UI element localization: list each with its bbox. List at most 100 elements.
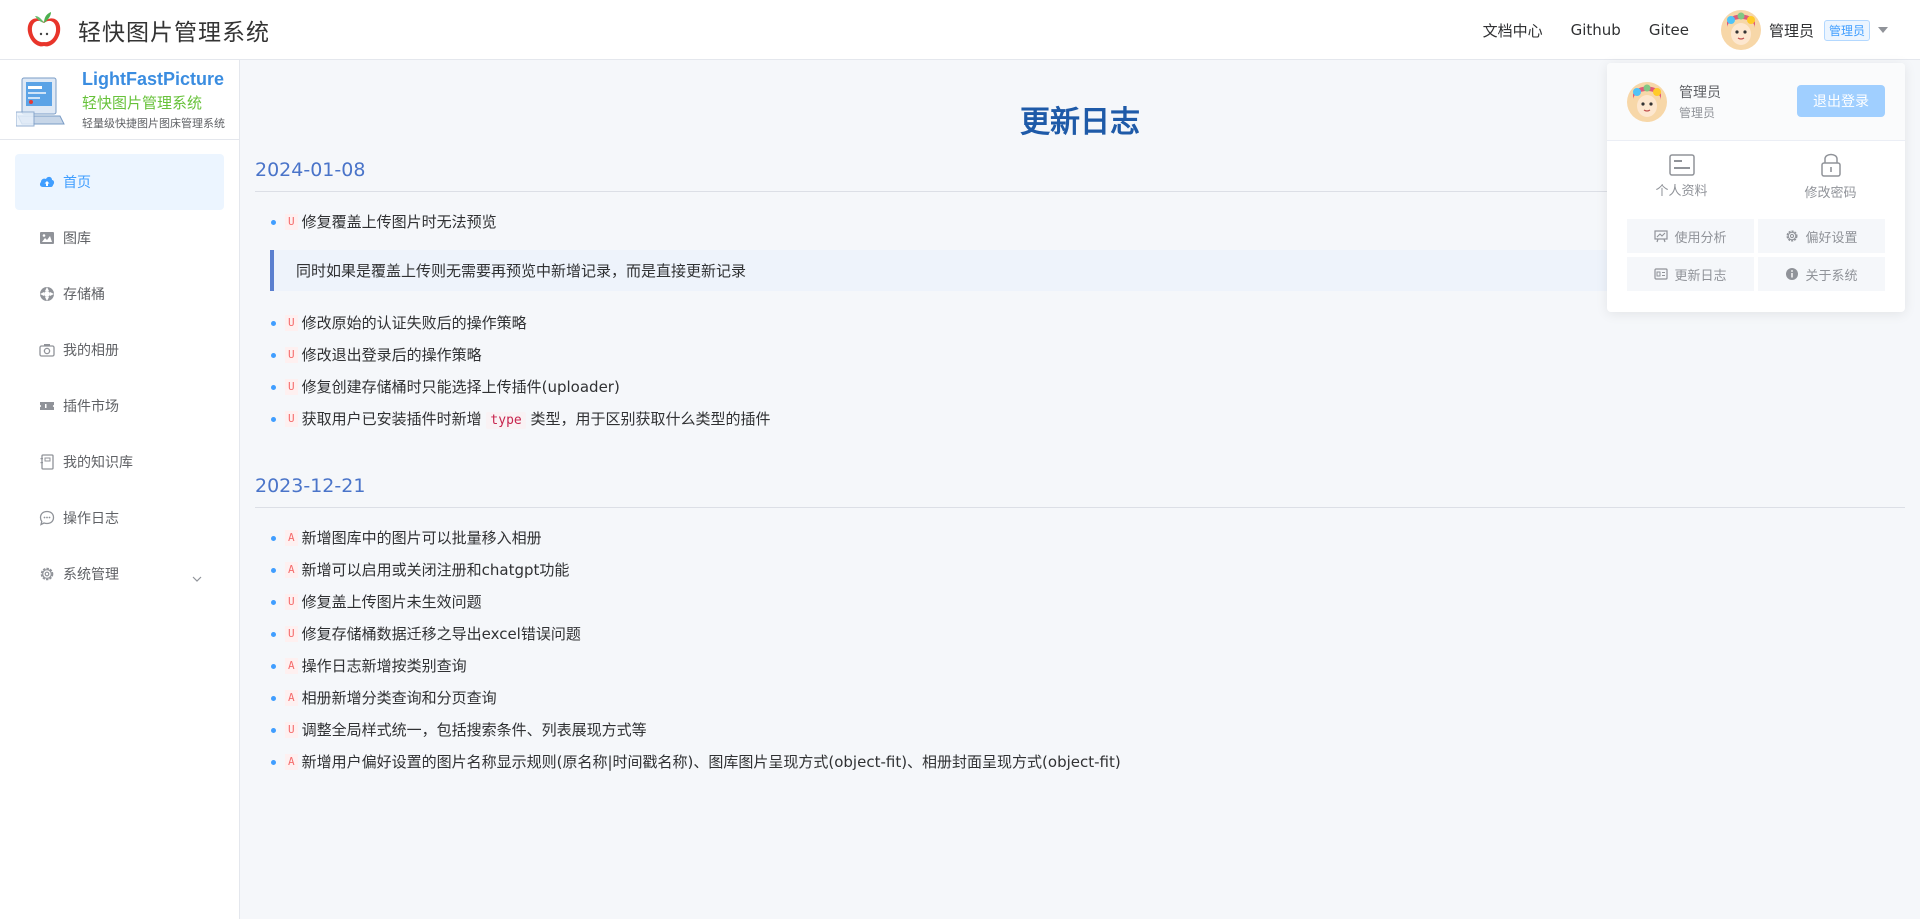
- avatar-face-icon: [1720, 10, 1761, 50]
- gear-icon: [39, 566, 55, 582]
- list-item: A 新增用户偏好设置的图片名称显示规则(原名称|时间戳名称)、图库图片呈现方式(o…: [271, 746, 1905, 778]
- sidebar-item-albums[interactable]: 我的相册: [15, 322, 224, 378]
- nav-github-link[interactable]: Github: [1571, 21, 1621, 39]
- list-item: U 修复创建存储桶时只能选择上传插件(uploader): [271, 371, 1905, 403]
- profile-link[interactable]: 个人资料: [1607, 153, 1756, 199]
- bucket-icon: [39, 286, 55, 302]
- lock-icon: [1820, 153, 1841, 177]
- sidebar-item-home[interactable]: 首页: [15, 154, 224, 210]
- avatar: [1720, 10, 1761, 50]
- changelog-list: U 修改原始的认证失败后的操作策略 U 修改退出登录后的操作策略 U 修复创建存储桶时…: [255, 307, 1905, 435]
- list-item-text: 相册新增分类查询和分页查询: [301, 689, 497, 707]
- sidebar-item-label: 系统管理: [63, 567, 119, 583]
- list-item: A 相册新增分类查询和分页查询: [271, 682, 1905, 714]
- list-item-text: 新增可以启用或关闭注册和chatgpt功能: [301, 561, 570, 579]
- chat-icon: [39, 510, 55, 526]
- list-item-text: 操作日志新增按类别查询: [301, 657, 467, 675]
- info-icon: [1786, 268, 1799, 280]
- avatar-face-icon: [1627, 81, 1667, 122]
- change-type-badge: U: [285, 347, 298, 363]
- sidebar-item-label: 操作日志: [63, 511, 119, 527]
- list-item-text: 修复创建存储桶时只能选择上传插件(uploader): [301, 378, 620, 396]
- sidebar-brand: LightFastPicture 轻快图片管理系统 轻量级快捷图片图床管理系统: [0, 60, 239, 140]
- change-type-badge: U: [285, 594, 298, 610]
- dropdown-user-name: 管理员: [1679, 85, 1721, 101]
- avatar: [1627, 81, 1667, 122]
- dropdown-header: 管理员 管理员 退出登录: [1607, 63, 1905, 141]
- bullet-dot: [271, 417, 276, 422]
- change-password-link[interactable]: 修改密码: [1756, 152, 1905, 201]
- sidebar-menu: 首页 图库 存储桶 我的相册 插件市场 我的知识库 操作日志 系统管理: [0, 140, 239, 602]
- nav-gitee-link[interactable]: Gitee: [1649, 21, 1689, 39]
- brand-description: 轻量级快捷图片图床管理系统: [82, 116, 225, 130]
- user-name: 管理员: [1768, 21, 1814, 40]
- change-type-badge: A: [285, 530, 298, 546]
- logout-button[interactable]: 退出登录: [1797, 85, 1885, 117]
- sidebar-item-knowledge[interactable]: 我的知识库: [15, 434, 224, 490]
- list-item-text: 新增图库中的图片可以批量移入相册: [301, 529, 542, 547]
- change-type-badge: U: [285, 214, 298, 230]
- list-item-text: 修复存储桶数据迁移之导出excel错误问题: [301, 625, 581, 643]
- bullet-dot: [271, 536, 276, 541]
- notebook-icon: [39, 454, 55, 470]
- list-item: A 操作日志新增按类别查询: [271, 650, 1905, 682]
- preferences-button[interactable]: 偏好设置: [1758, 219, 1885, 253]
- sidebar-item-plugins[interactable]: 插件市场: [15, 378, 224, 434]
- bullet-dot: [271, 664, 276, 669]
- sidebar-item-label: 插件市场: [63, 399, 119, 415]
- camera-icon: [39, 342, 55, 358]
- header-brand[interactable]: 轻快图片管理系统: [0, 10, 270, 50]
- caret-down-icon: [1878, 27, 1888, 33]
- change-type-badge: A: [285, 690, 298, 706]
- sidebar-item-logs[interactable]: 操作日志: [15, 490, 224, 546]
- changelog-button[interactable]: 更新日志: [1627, 257, 1754, 291]
- list-item: U 修复存储桶数据迁移之导出excel错误问题: [271, 618, 1905, 650]
- about-system-button[interactable]: 关于系统: [1758, 257, 1885, 291]
- user-menu-trigger[interactable]: 管理员 管理员: [1720, 10, 1888, 50]
- inline-code: type: [486, 412, 526, 429]
- sidebar-item-label: 我的知识库: [63, 455, 133, 471]
- cloud-upload-icon: [39, 174, 55, 190]
- changelog-section: 2023-12-21 A 新增图库中的图片可以批量移入相册 A 新增可以启用或关闭注…: [255, 475, 1905, 778]
- sidebar: LightFastPicture 轻快图片管理系统 轻量级快捷图片图床管理系统 …: [0, 60, 240, 919]
- list-item-text: 修改原始的认证失败后的操作策略: [301, 314, 527, 332]
- log-icon: [1654, 268, 1669, 280]
- bullet-dot: [271, 220, 276, 225]
- bullet-dot: [271, 760, 276, 765]
- about-system-label: 关于系统: [1805, 268, 1858, 284]
- section-date: 2023-12-21: [255, 475, 1905, 508]
- bullet-dot: [271, 385, 276, 390]
- bullet-dot: [271, 353, 276, 358]
- dropdown-user-role: 管理员: [1679, 106, 1716, 120]
- list-item: U 修改退出登录后的操作策略: [271, 339, 1905, 371]
- top-header: 轻快图片管理系统 文档中心 Github Gitee 管理员 管理员: [0, 0, 1920, 60]
- picture-icon: [39, 230, 55, 246]
- nav-docs-link[interactable]: 文档中心: [1483, 20, 1543, 41]
- bullet-dot: [271, 321, 276, 326]
- change-password-label: 修改密码: [1804, 185, 1857, 201]
- list-item-text: 调整全局样式统一，包括搜索条件、列表展现方式等: [301, 721, 647, 739]
- usage-analysis-label: 使用分析: [1674, 230, 1727, 246]
- preferences-label: 偏好设置: [1805, 230, 1858, 246]
- sidebar-item-bucket[interactable]: 存储桶: [15, 266, 224, 322]
- ticket-icon: [39, 398, 55, 414]
- list-item: U 修复盖上传图片未生效问题: [271, 586, 1905, 618]
- usage-analysis-button[interactable]: 使用分析: [1627, 219, 1754, 253]
- bullet-dot: [271, 696, 276, 701]
- sidebar-item-label: 我的相册: [63, 343, 119, 359]
- sidebar-item-system[interactable]: 系统管理: [15, 546, 224, 602]
- change-type-badge: U: [285, 626, 298, 642]
- dropdown-quick-actions: 个人资料 修改密码: [1607, 141, 1905, 211]
- id-card-icon: [1668, 153, 1695, 176]
- chart-board-icon: [1654, 230, 1669, 243]
- changelog-label: 更新日志: [1674, 268, 1727, 284]
- sidebar-item-gallery[interactable]: 图库: [15, 210, 224, 266]
- change-type-badge: U: [285, 722, 298, 738]
- list-item: U 获取用户已安装插件时新增 type 类型，用于区别获取什么类型的插件: [271, 403, 1905, 435]
- dropdown-grid: 使用分析 偏好设置 更新日志 关于系统: [1607, 211, 1905, 291]
- computer-logo-icon: [16, 77, 65, 126]
- brand-subtitle: 轻快图片管理系统: [82, 93, 203, 112]
- apple-logo-icon: [27, 11, 61, 46]
- change-type-badge: U: [285, 315, 298, 331]
- brand-title: LightFastPicture: [82, 68, 225, 89]
